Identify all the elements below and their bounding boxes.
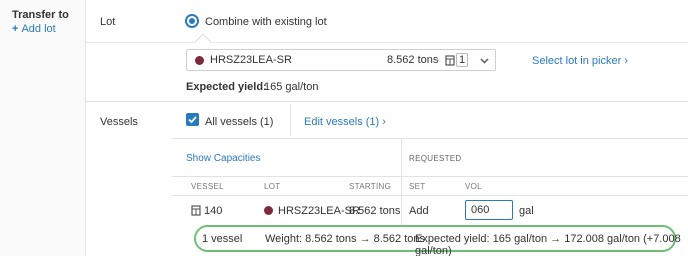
checkmark-icon: [188, 116, 197, 124]
lot-color-dot: [195, 56, 204, 65]
col-header-lot: LOT: [264, 182, 281, 191]
table-row-border: [172, 195, 688, 196]
lot-select-separator: -: [436, 54, 440, 66]
table-cell-set: Add: [409, 205, 429, 217]
expected-yield-value: 165 gal/ton: [264, 81, 319, 93]
pointer-notch: [194, 33, 212, 51]
divider: [290, 104, 291, 136]
combine-radio-label: Combine with existing lot: [205, 16, 327, 28]
volume-unit: gal: [519, 205, 534, 217]
divider: [401, 139, 402, 227]
col-header-set: SET: [409, 182, 426, 191]
add-lot-label: Add lot: [21, 23, 56, 35]
col-header-starting: STARTING: [349, 182, 392, 191]
summary-weight: Weight: 8.562 tons → 8.562 tons: [265, 233, 426, 245]
select-lot-in-picker-link[interactable]: Select lot in picker ›: [532, 55, 628, 67]
vessels-label: Vessels: [100, 116, 138, 128]
transfer-title: Transfer to: [12, 9, 69, 21]
select-lot-in-picker-label: Select lot in picker: [532, 55, 622, 67]
plus-icon: +: [12, 23, 19, 35]
vessel-icon: [191, 205, 201, 216]
show-capacities-link[interactable]: Show Capacities: [186, 153, 260, 164]
edit-vessels-link[interactable]: Edit vessels (1) ›: [304, 116, 386, 128]
table-cell-lot: HRSZ23LEA-SR: [278, 205, 360, 217]
combine-radio[interactable]: [185, 14, 199, 28]
add-lot-link[interactable]: + Add lot: [12, 23, 56, 35]
lot-color-dot: [264, 206, 273, 215]
chevron-right-icon: ›: [382, 116, 386, 128]
vessel-icon: [445, 55, 455, 66]
lot-select-tons: 8.562 tons: [387, 54, 439, 66]
col-header-vol: VOL: [465, 182, 482, 191]
table-header-border: [172, 176, 688, 177]
all-vessels-label: All vessels (1): [205, 116, 274, 128]
transfer-panel: [0, 0, 86, 256]
chevron-down-icon: [480, 58, 489, 64]
summary-yield: Expected yield: 165 gal/ton → 172.008 ga…: [415, 233, 681, 256]
requested-header: REQUESTED: [409, 154, 462, 163]
all-vessels-checkbox[interactable]: [186, 113, 199, 126]
summary-vessel-count: 1 vessel: [202, 233, 243, 245]
vessel-count-badge: 1: [456, 53, 469, 67]
expected-yield-label: Expected yield:: [186, 81, 267, 93]
divider: [86, 42, 688, 43]
chevron-right-icon: ›: [624, 55, 628, 67]
table-cell-vessel: 140: [204, 205, 223, 217]
table-cell-starting: 8.562 tons: [349, 205, 401, 217]
col-header-vessel: VESSEL: [191, 182, 224, 191]
lot-select-name: HRSZ23LEA-SR: [210, 54, 292, 66]
lot-label: Lot: [100, 16, 116, 28]
table-border: [172, 138, 688, 139]
lot-select[interactable]: HRSZ23LEA-SR 8.562 tons - 1: [186, 49, 496, 71]
section-divider: [86, 101, 688, 102]
volume-input[interactable]: [465, 200, 513, 220]
edit-vessels-label: Edit vessels (1): [304, 116, 380, 128]
